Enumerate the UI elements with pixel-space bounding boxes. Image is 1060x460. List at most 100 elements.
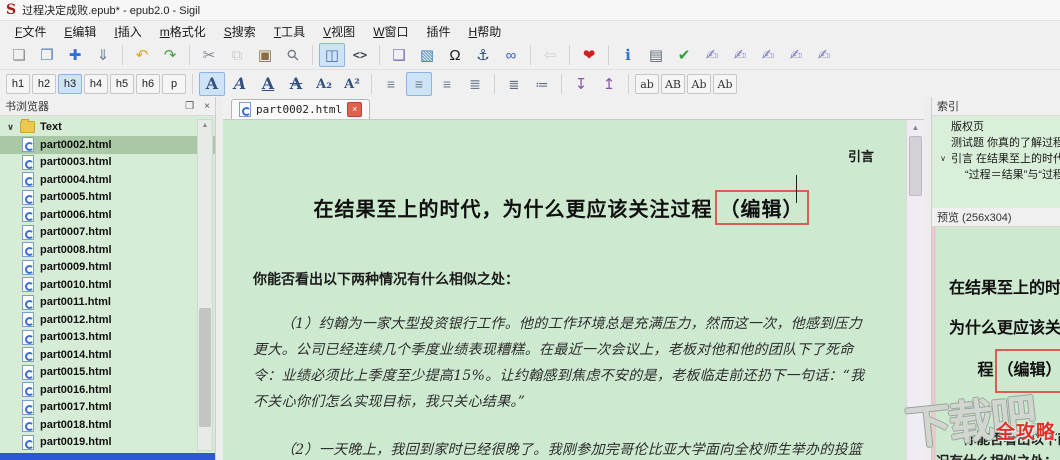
scroll-up-icon[interactable]: ▲ [907, 120, 924, 132]
file-item[interactable]: part0003.html [0, 154, 215, 172]
align-justify-icon[interactable]: ≣ [462, 72, 488, 96]
heading-5-button[interactable]: h5 [110, 74, 134, 94]
scrollbar-thumb[interactable] [909, 136, 922, 196]
file-item[interactable]: part0004.html [0, 171, 215, 189]
goto-misspelled-1-icon[interactable]: ✍ [699, 43, 725, 67]
float-panel-icon[interactable]: ❐ [185, 101, 194, 112]
book-view-editor[interactable]: 引言 在结果至上的时代，为什么更应该关注过程 （编辑） 你能否看出以下两种情况有什… [223, 120, 924, 460]
file-item[interactable]: part0018.html [0, 416, 215, 434]
insert-special-character-icon[interactable]: Ω [442, 43, 468, 67]
menu-window[interactable]: W窗口 [364, 22, 417, 41]
insert-image-icon[interactable]: ▧ [414, 43, 440, 67]
tab-part0002[interactable]: part0002.html × [231, 99, 371, 119]
menu-tools[interactable]: T工具 [265, 22, 314, 41]
align-right-icon[interactable]: ≡ [434, 72, 460, 96]
bold-button[interactable]: A [199, 72, 225, 96]
menu-edit[interactable]: E编辑 [55, 22, 105, 41]
heading-3-button[interactable]: h3 [58, 74, 82, 94]
file-item[interactable]: part0010.html [0, 276, 215, 294]
toc-editor-icon[interactable]: ▤ [643, 43, 669, 67]
back-icon[interactable]: ⇦ [537, 43, 563, 67]
menu-search[interactable]: S搜索 [215, 22, 265, 41]
cut-icon[interactable]: ✂ [196, 43, 222, 67]
italic-button[interactable]: A [227, 72, 253, 96]
split-at-cursor-icon[interactable]: ↥ [596, 72, 622, 96]
file-item[interactable]: part0012.html [0, 311, 215, 329]
toc-item-copyright[interactable]: 版权页 [932, 118, 1060, 134]
goto-misspelled-2-icon[interactable]: ✍ [727, 43, 753, 67]
file-item[interactable]: part0006.html [0, 206, 215, 224]
numbered-list-icon[interactable]: ≔ [529, 72, 555, 96]
lowercase-button[interactable]: ab [635, 74, 659, 94]
spellcheck-icon[interactable]: ✔ [671, 43, 697, 67]
menu-help[interactable]: H帮助 [460, 22, 511, 41]
menu-format[interactable]: m格式化 [151, 22, 215, 41]
menu-view[interactable]: V视图 [314, 22, 364, 41]
code-view-icon[interactable]: <> [347, 43, 373, 67]
scroll-up-icon[interactable]: ▲ [198, 122, 212, 129]
splitter-left[interactable] [216, 97, 223, 460]
titlecase-button[interactable]: Ab [713, 74, 737, 94]
heading-2-button[interactable]: h2 [32, 74, 56, 94]
subscript-button[interactable]: A₂ [311, 72, 337, 96]
align-left-icon[interactable]: ≡ [378, 72, 404, 96]
book-view-icon[interactable]: ◫ [319, 43, 345, 67]
add-existing-file-icon[interactable]: ✚ [62, 43, 88, 67]
file-item[interactable]: part0005.html [0, 189, 215, 207]
heading-4-button[interactable]: h4 [84, 74, 108, 94]
split-marker-icon[interactable]: ↧ [568, 72, 594, 96]
file-item[interactable]: part0007.html [0, 224, 215, 242]
file-item[interactable]: part0019.html [0, 434, 215, 452]
toc-item-quiz[interactable]: 测试题 你真的了解过程 [932, 134, 1060, 150]
heading-6-button[interactable]: h6 [136, 74, 160, 94]
file-item[interactable]: part0015.html [0, 364, 215, 382]
copy-icon[interactable]: ⧉ [224, 43, 250, 67]
open-file-icon[interactable]: ❒ [34, 43, 60, 67]
file-item[interactable]: part0016.html [0, 381, 215, 399]
metadata-editor-icon[interactable]: ℹ [615, 43, 641, 67]
paste-icon[interactable]: ▣ [252, 43, 278, 67]
file-item[interactable]: part0017.html [0, 399, 215, 417]
insert-file-icon[interactable]: ❑ [386, 43, 412, 67]
toc-item-intro[interactable]: ∨ 引言 在结果至上的时代 [932, 150, 1060, 166]
menu-file[interactable]: F文件 [6, 22, 55, 41]
editor-scrollbar[interactable]: ▲ [906, 120, 924, 460]
superscript-button[interactable]: A² [339, 72, 365, 96]
close-tab-icon[interactable]: × [347, 102, 363, 117]
menu-plugins[interactable]: 插件 [418, 22, 460, 41]
redo-icon[interactable]: ↷ [157, 43, 183, 67]
new-file-icon[interactable]: ❏ [6, 43, 32, 67]
save-icon[interactable]: ⇓ [90, 43, 116, 67]
insert-link-icon[interactable]: ∞ [498, 43, 524, 67]
insert-anchor-icon[interactable]: ⚓ [470, 43, 496, 67]
file-item[interactable]: part0014.html [0, 346, 215, 364]
folder-text[interactable]: ∨ Text [0, 119, 215, 136]
undo-icon[interactable]: ↶ [129, 43, 155, 67]
paragraph-button[interactable]: p [162, 74, 186, 94]
donate-heart-icon[interactable]: ❤ [576, 43, 602, 67]
menu-insert[interactable]: I插入 [105, 22, 150, 41]
close-panel-icon[interactable]: × [204, 101, 210, 112]
file-item[interactable]: part0008.html [0, 241, 215, 259]
find-icon[interactable]: ⚲ [280, 43, 306, 67]
underline-button[interactable]: A [255, 72, 281, 96]
sidebar-scrollbar[interactable]: ▲ [197, 119, 213, 451]
capitalize-button[interactable]: Ab [687, 74, 711, 94]
align-center-icon[interactable]: ≡ [406, 72, 432, 96]
strikethrough-button[interactable]: A [283, 72, 309, 96]
heading-1-button[interactable]: h1 [6, 74, 30, 94]
preview-heading: 在结果至上的时代， 为什么更应该关注过 程（编辑） [936, 269, 1060, 393]
toc-item-process-result[interactable]: “过程＝结果”与“过程 [932, 166, 1060, 182]
uppercase-button[interactable]: AB [661, 74, 685, 94]
splitter-right[interactable] [924, 97, 931, 460]
bullet-list-icon[interactable]: ≣ [501, 72, 527, 96]
file-item[interactable]: part0013.html [0, 329, 215, 347]
goto-misspelled-3-icon[interactable]: ✍ [755, 43, 781, 67]
goto-misspelled-4-icon[interactable]: ✍ [783, 43, 809, 67]
goto-misspelled-5-icon[interactable]: ✍ [811, 43, 837, 67]
file-item[interactable]: part0002.html [0, 136, 215, 154]
chevron-down-icon[interactable]: ∨ [6, 122, 15, 133]
file-item[interactable]: part0009.html [0, 259, 215, 277]
file-item[interactable]: part0011.html [0, 294, 215, 312]
scrollbar-thumb[interactable] [199, 308, 211, 427]
